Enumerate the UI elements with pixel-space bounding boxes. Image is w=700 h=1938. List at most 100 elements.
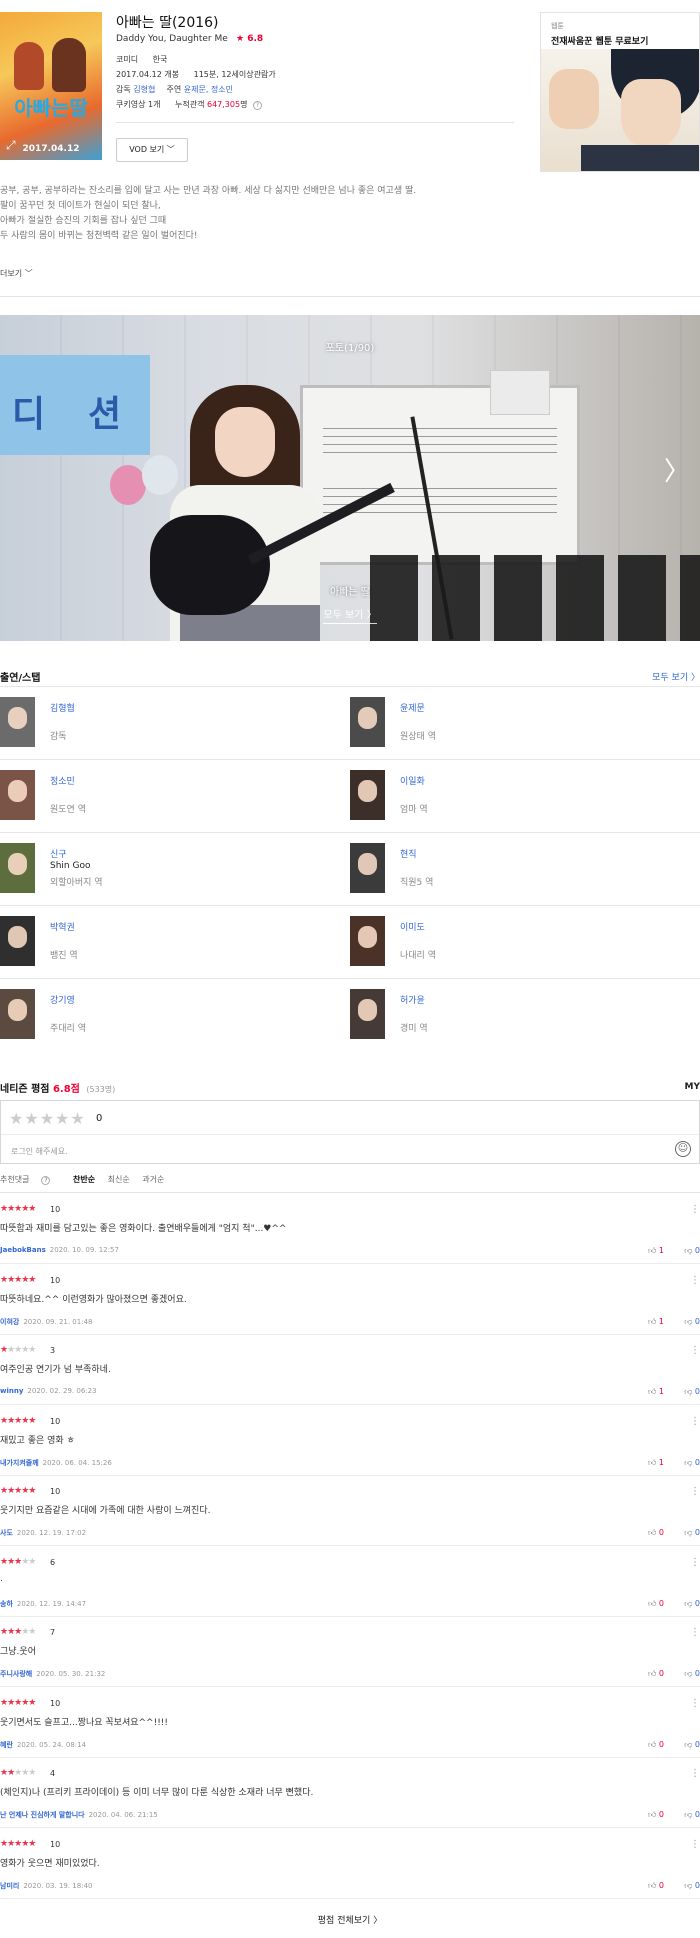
cast-member[interactable]: 윤제문 원상태 역 (350, 697, 680, 757)
dislike-button[interactable]: 👎︎ 0 (684, 1740, 700, 1750)
review-user[interactable]: winny (0, 1387, 23, 1395)
like-button[interactable]: 👍︎ 0 (648, 1599, 664, 1609)
photo-viewer[interactable]: 디 션 포토(1/90) 〉 아빠는 딸 모두 보기 〉 (0, 315, 700, 641)
review-author[interactable]: winny 2020. 02. 29. 06:23 (0, 1387, 97, 1395)
dislike-button[interactable]: 👎︎ 0 (684, 1669, 700, 1679)
more-vertical-icon[interactable]: ⋮ (690, 1416, 700, 1427)
cast-member[interactable]: 신구 Shin Goo 외할아버지 역 (0, 843, 330, 903)
ad-headline[interactable]: 전재싸움꾼 웹툰 무료보기 (551, 34, 648, 47)
dislike-button[interactable]: 👎︎ 0 (684, 1599, 700, 1609)
expand-icon[interactable]: ⤢ (6, 138, 20, 152)
review-user[interactable]: 내가지켜줄께 (0, 1459, 39, 1467)
sort-latest[interactable]: 최신순 (108, 1175, 130, 1184)
cast-member[interactable]: 이미도 나대리 역 (350, 916, 680, 976)
avatar[interactable] (0, 770, 35, 820)
cast-name[interactable]: 강기영 (50, 993, 75, 1006)
cast-member[interactable]: 이일화 엄마 역 (350, 770, 680, 830)
cast-name[interactable]: 김형협 (50, 701, 75, 714)
cast-all-link[interactable]: 모두 보기 〉 (652, 670, 700, 683)
review-user[interactable]: 이혀강 (0, 1318, 19, 1326)
cast-member[interactable]: 허가윤 경미 역 (350, 989, 680, 1049)
like-button[interactable]: 👍︎ 0 (648, 1740, 664, 1750)
like-button[interactable]: 👍︎ 1 (648, 1387, 664, 1397)
photo-all-link[interactable]: 모두 보기 〉 (0, 606, 700, 624)
my-reviews-button[interactable]: MY (685, 1082, 700, 1092)
cast-member[interactable]: 강기영 주대리 역 (0, 989, 330, 1049)
review-author[interactable]: JaebokBans 2020. 10. 09. 12:57 (0, 1246, 119, 1254)
review-user[interactable]: 남미리 (0, 1882, 19, 1890)
cast-name[interactable]: 이일화 (400, 774, 425, 787)
more-vertical-icon[interactable]: ⋮ (690, 1275, 700, 1286)
vod-button[interactable]: VOD 보기 ﹀ (116, 138, 188, 162)
rating-star-input[interactable]: ★★★★★ (9, 1109, 86, 1128)
cast-name[interactable]: 윤제문 (400, 701, 425, 714)
review-author[interactable]: 남미리 2020. 03. 19. 18:40 (0, 1881, 92, 1891)
more-vertical-icon[interactable]: ⋮ (690, 1345, 700, 1356)
review-author[interactable]: 이혀강 2020. 09. 21. 01:48 (0, 1317, 92, 1327)
avatar[interactable] (0, 916, 35, 966)
sort-recommended[interactable]: 추천댓글? (0, 1175, 60, 1185)
cast-member[interactable]: 현직 직원5 역 (350, 843, 680, 903)
ad-image[interactable] (541, 49, 699, 171)
all-reviews-link[interactable]: 평점 전체보기 〉 (0, 1913, 700, 1926)
review-user[interactable]: JaebokBans (0, 1246, 46, 1254)
more-vertical-icon[interactable]: ⋮ (690, 1486, 700, 1497)
dislike-button[interactable]: 👎︎ 0 (684, 1317, 700, 1327)
cast-member[interactable]: 박혁권 뱅진 역 (0, 916, 330, 976)
avatar[interactable] (0, 843, 35, 893)
dislike-button[interactable]: 👎︎ 0 (684, 1528, 700, 1538)
dislike-button[interactable]: 👎︎ 0 (684, 1246, 700, 1256)
more-button[interactable]: 더보기 ﹀ (0, 268, 33, 279)
avatar[interactable] (0, 989, 35, 1039)
smile-icon[interactable]: ☺ (675, 1141, 691, 1157)
cast-name[interactable]: 박혁권 (50, 920, 75, 933)
review-user[interactable]: 주니사랑해 (0, 1670, 32, 1678)
more-vertical-icon[interactable]: ⋮ (690, 1557, 700, 1568)
dislike-button[interactable]: 👎︎ 0 (684, 1881, 700, 1891)
cast-name[interactable]: 이미도 (400, 920, 425, 933)
like-button[interactable]: 👍︎ 1 (648, 1246, 664, 1256)
cast-member[interactable]: 정소민 원도연 역 (0, 770, 330, 830)
cast-name[interactable]: 신구 (50, 847, 67, 860)
cast-name[interactable]: 정소민 (50, 774, 75, 787)
like-button[interactable]: 👍︎ 0 (648, 1881, 664, 1891)
review-author[interactable]: 사도 2020. 12. 19. 17:02 (0, 1528, 86, 1538)
chevron-right-icon[interactable]: 〉 (664, 459, 690, 485)
dislike-button[interactable]: 👎︎ 0 (684, 1387, 700, 1397)
review-author[interactable]: 난 언제나 진심하게 말합니다 2020. 04. 06. 21:15 (0, 1810, 158, 1820)
cast-member[interactable]: 김형협 감독 (0, 697, 330, 757)
review-input[interactable]: 로그인 해주세요. (11, 1146, 68, 1157)
more-vertical-icon[interactable]: ⋮ (690, 1627, 700, 1638)
review-author[interactable]: 송하 2020. 12. 19. 14:47 (0, 1599, 86, 1609)
review-user[interactable]: 사도 (0, 1529, 13, 1537)
avatar[interactable] (350, 697, 385, 747)
avatar[interactable] (0, 697, 35, 747)
more-vertical-icon[interactable]: ⋮ (690, 1204, 700, 1215)
like-button[interactable]: 👍︎ 0 (648, 1669, 664, 1679)
dislike-button[interactable]: 👎︎ 0 (684, 1458, 700, 1468)
more-vertical-icon[interactable]: ⋮ (690, 1839, 700, 1850)
avatar[interactable] (350, 989, 385, 1039)
review-write-box[interactable]: ★★★★★ 0 로그인 해주세요. ☺ (0, 1100, 700, 1164)
director-link[interactable]: 김형협 (133, 85, 155, 94)
like-button[interactable]: 👍︎ 1 (648, 1317, 664, 1327)
avatar[interactable] (350, 843, 385, 893)
help-icon[interactable]: ? (253, 101, 262, 110)
cast-name[interactable]: 허가윤 (400, 993, 425, 1006)
like-button[interactable]: 👍︎ 0 (648, 1528, 664, 1538)
like-button[interactable]: 👍︎ 0 (648, 1810, 664, 1820)
review-author[interactable]: 주니사랑해 2020. 05. 30. 21:32 (0, 1669, 105, 1679)
review-user[interactable]: 송하 (0, 1600, 13, 1608)
avatar[interactable] (350, 916, 385, 966)
review-author[interactable]: 혜란 2020. 05. 24. 08:14 (0, 1740, 86, 1750)
sort-votes[interactable]: 찬반순 (73, 1175, 95, 1184)
like-button[interactable]: 👍︎ 1 (648, 1458, 664, 1468)
help-icon[interactable]: ? (41, 1176, 51, 1185)
actors-link[interactable]: 윤제문, 정소민 (184, 85, 233, 94)
dislike-button[interactable]: 👎︎ 0 (684, 1810, 700, 1820)
more-vertical-icon[interactable]: ⋮ (690, 1768, 700, 1779)
webtoon-ad[interactable]: 웹툰 전재싸움꾼 웹툰 무료보기 (540, 12, 700, 172)
review-user[interactable]: 난 언제나 진심하게 말합니다 (0, 1811, 85, 1819)
movie-poster[interactable]: 아빠는딸 2017.04.12 ⤢ (0, 12, 102, 160)
review-author[interactable]: 내가지켜줄께 2020. 06. 04. 15:26 (0, 1458, 112, 1468)
